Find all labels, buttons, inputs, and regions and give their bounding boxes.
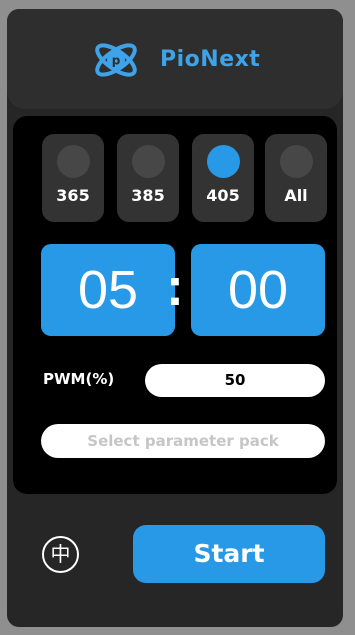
wavelength-indicator-dot: [132, 145, 165, 178]
wavelength-label: All: [284, 186, 308, 205]
device-screen: p PioNext 365 385 405 All 05 : 00 PWM(%)…: [7, 9, 343, 627]
wavelength-indicator-dot-active: [207, 145, 240, 178]
wavelength-405-button[interactable]: 405: [192, 134, 254, 222]
header: p PioNext: [7, 9, 343, 109]
brand-name: PioNext: [160, 47, 261, 72]
wavelength-label: 385: [131, 186, 165, 205]
timer-separator: :: [166, 257, 184, 317]
brand-logo: p PioNext: [92, 39, 272, 81]
wavelength-365-button[interactable]: 365: [42, 134, 104, 222]
timer-seconds[interactable]: 00: [191, 244, 325, 336]
language-toggle-button[interactable]: 中: [42, 536, 79, 573]
pwm-label: PWM(%): [43, 370, 115, 388]
wavelength-indicator-dot: [280, 145, 313, 178]
wavelength-indicator-dot: [57, 145, 90, 178]
wavelength-all-button[interactable]: All: [265, 134, 327, 222]
wavelength-385-button[interactable]: 385: [117, 134, 179, 222]
timer-minutes[interactable]: 05: [41, 244, 175, 336]
pwm-input[interactable]: 50: [145, 364, 325, 397]
wavelength-label: 365: [56, 186, 90, 205]
start-button[interactable]: Start: [133, 525, 325, 583]
control-panel: 365 385 405 All 05 : 00 PWM(%) 50 Select…: [13, 116, 337, 494]
wavelength-label: 405: [206, 186, 240, 205]
atom-orbit-logo-icon: p: [95, 43, 137, 77]
svg-text:p: p: [112, 54, 121, 68]
parameter-pack-select[interactable]: Select parameter pack: [41, 424, 325, 458]
